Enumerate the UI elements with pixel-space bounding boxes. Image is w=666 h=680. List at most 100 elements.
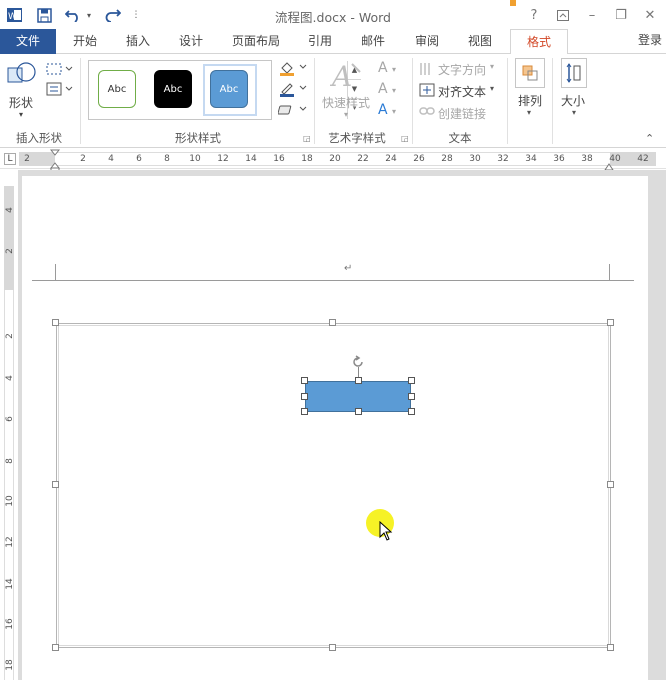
minimize-button[interactable]: –	[579, 4, 605, 26]
ruler-number: 2	[24, 154, 30, 164]
arrange-icon[interactable]	[515, 58, 545, 88]
tab-home[interactable]: 开始	[62, 29, 108, 54]
quick-styles-dropdown-icon[interactable]: ▾	[344, 110, 348, 119]
ruler-number: 14	[245, 154, 257, 164]
restore-button[interactable]: ❐	[608, 4, 634, 26]
ruler-number: 4	[108, 154, 114, 164]
mouse-pointer-icon	[379, 520, 393, 544]
canvas-resize-handle[interactable]	[52, 644, 59, 651]
canvas-resize-handle[interactable]	[329, 644, 336, 651]
shape-effects-icon[interactable]	[277, 102, 310, 121]
align-text-label[interactable]: 对齐文本	[438, 83, 486, 100]
group-divider	[80, 58, 81, 144]
collapse-ribbon-icon[interactable]: ⌃	[645, 132, 654, 145]
ruler-number: 12	[217, 154, 229, 164]
shape-styles-gallery: Abc Abc Abc ▲ ▼ ▾	[88, 60, 361, 120]
margin-corner	[609, 264, 610, 281]
group-divider	[507, 58, 508, 144]
canvas-resize-handle[interactable]	[607, 481, 614, 488]
shape-resize-handle[interactable]	[408, 377, 415, 384]
tab-design[interactable]: 设计	[168, 29, 214, 54]
ruler-number: 6	[5, 416, 15, 422]
tab-view[interactable]: 视图	[457, 29, 503, 54]
size-icon[interactable]	[561, 58, 587, 88]
tab-format[interactable]: 格式	[510, 29, 568, 55]
canvas-resize-handle[interactable]	[607, 644, 614, 651]
group-divider	[412, 58, 413, 144]
shape-outline-icon[interactable]	[278, 81, 310, 100]
header-separator	[32, 280, 634, 281]
shape-resize-handle[interactable]	[355, 408, 362, 415]
arrange-label[interactable]: 排列	[518, 92, 542, 109]
wordart-launcher-icon[interactable]: ◲	[401, 134, 409, 143]
shape-style-preset[interactable]: Abc	[98, 70, 136, 108]
quick-styles-label[interactable]: 快速样式	[322, 94, 370, 111]
create-link-label[interactable]: 创建链接	[438, 105, 486, 122]
shape-style-preset[interactable]: Abc	[210, 70, 248, 108]
accent-marker	[510, 0, 516, 6]
shape-resize-handle[interactable]	[408, 393, 415, 400]
ruler-margin-top	[4, 186, 14, 290]
ruler-number: 16	[273, 154, 285, 164]
tab-mailings[interactable]: 邮件	[350, 29, 396, 54]
tab-references[interactable]: 引用	[297, 29, 343, 54]
canvas-resize-handle[interactable]	[607, 319, 614, 326]
tab-insert[interactable]: 插入	[115, 29, 161, 54]
text-box-icon[interactable]	[46, 82, 74, 99]
shapes-dropdown-icon[interactable]: ▾	[19, 110, 23, 119]
text-fill-icon[interactable]: A ▾	[378, 60, 396, 76]
text-direction-dropdown-icon[interactable]: ▾	[490, 62, 494, 71]
size-label[interactable]: 大小	[561, 92, 585, 109]
tab-file[interactable]: 文件	[0, 29, 56, 54]
close-button[interactable]: ✕	[637, 4, 663, 26]
shape-styles-launcher-icon[interactable]: ◲	[303, 134, 311, 143]
ruler-number: 24	[385, 154, 397, 164]
edit-shape-icon[interactable]	[46, 62, 74, 79]
quick-styles-icon[interactable]: A	[329, 60, 364, 95]
text-effects-icon[interactable]: A ▾	[378, 102, 396, 118]
login-link[interactable]: 登录	[634, 28, 666, 53]
help-button[interactable]: ?	[521, 4, 547, 26]
shape-style-preset[interactable]: Abc	[154, 70, 192, 108]
tab-selector-icon[interactable]: L	[4, 153, 16, 165]
shape-resize-handle[interactable]	[301, 408, 308, 415]
size-dropdown-icon[interactable]: ▾	[572, 108, 576, 117]
horizontal-ruler[interactable]: L 2 2 4 6 8 10 12 14 16 18 20 22 24 26 28 30 32 34 36 38 40 4…	[0, 149, 666, 173]
ruler-number: 22	[357, 154, 369, 164]
shape-resize-handle[interactable]	[408, 408, 415, 415]
ruler-number: 16	[5, 618, 15, 630]
ribbon-display-button[interactable]	[550, 4, 576, 26]
text-direction-icon[interactable]	[419, 62, 435, 79]
text-direction-label[interactable]: 文字方向	[438, 61, 486, 78]
shape-fill-icon[interactable]	[278, 60, 310, 79]
shape-resize-handle[interactable]	[301, 377, 308, 384]
canvas-resize-handle[interactable]	[329, 319, 336, 326]
rotate-handle-icon[interactable]	[351, 355, 365, 372]
shapes-icon[interactable]	[6, 60, 38, 93]
ruler-number: 14	[5, 578, 15, 590]
canvas-resize-handle[interactable]	[52, 481, 59, 488]
ruler-number: 12	[5, 536, 15, 548]
shapes-button-label[interactable]: 形状	[9, 94, 33, 111]
canvas-resize-handle[interactable]	[52, 319, 59, 326]
arrange-dropdown-icon[interactable]: ▾	[527, 108, 531, 117]
title-bar: W ▾ ⋮ 流程图.docx - Word ? – ❐ ✕	[0, 0, 666, 29]
vertical-ruler[interactable]: 4 2 2 4 6 8 10 12 14 16 18	[0, 170, 18, 680]
ruler-number: 2	[5, 333, 15, 339]
text-outline-icon[interactable]: A ▾	[378, 81, 396, 97]
align-text-icon[interactable]	[419, 83, 435, 100]
shape-resize-handle[interactable]	[301, 393, 308, 400]
margin-corner	[55, 264, 56, 281]
ruler-number: 4	[5, 375, 15, 381]
tab-page-layout[interactable]: 页面布局	[222, 29, 290, 54]
shape-resize-handle[interactable]	[355, 377, 362, 384]
ruler-number: 20	[329, 154, 341, 164]
tab-review[interactable]: 审阅	[404, 29, 450, 54]
align-text-dropdown-icon[interactable]: ▾	[490, 84, 494, 93]
create-link-icon[interactable]	[419, 105, 435, 120]
paragraph-mark: ↵	[344, 263, 353, 274]
ruler-number: 10	[5, 495, 15, 507]
group-divider	[552, 58, 553, 144]
ruler-number: 10	[189, 154, 201, 164]
ruler-number: 18	[301, 154, 313, 164]
